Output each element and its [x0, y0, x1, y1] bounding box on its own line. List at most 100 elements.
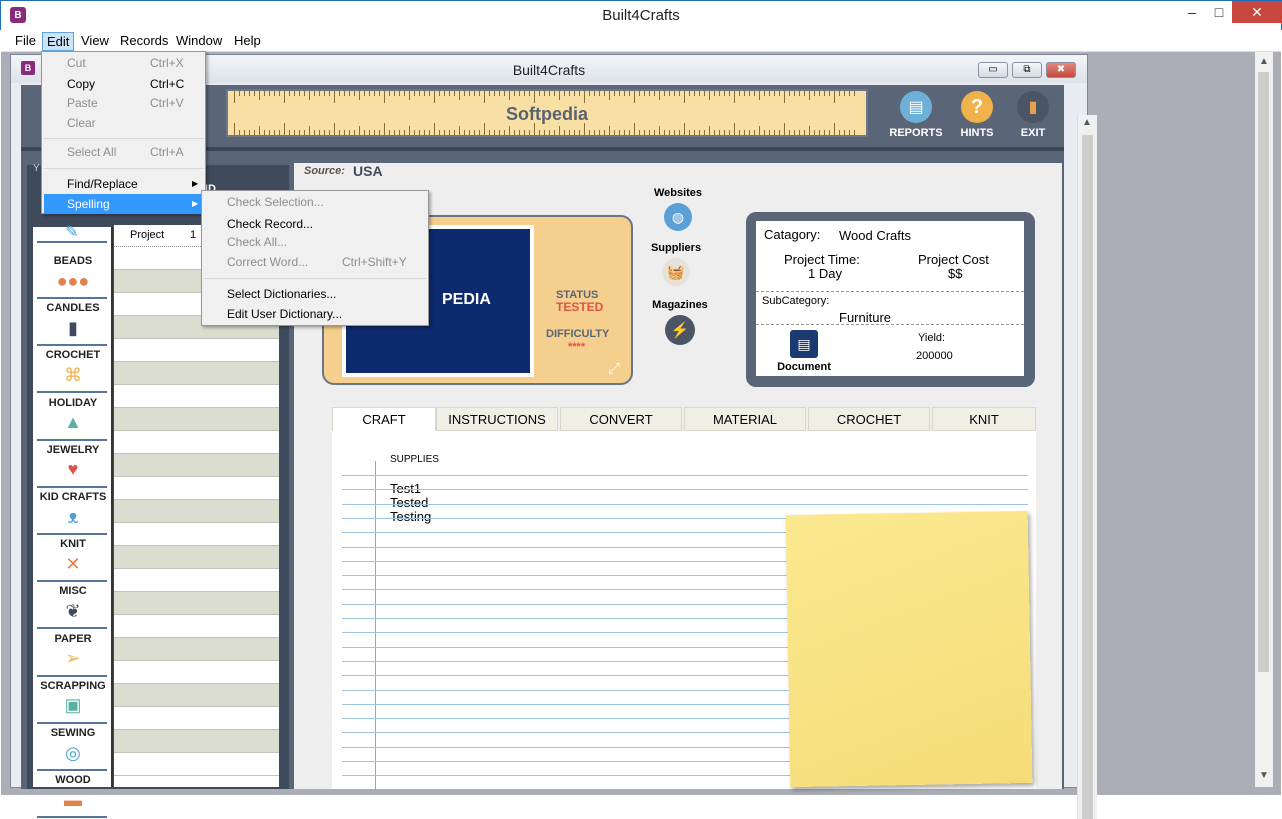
grid-row[interactable]	[114, 339, 279, 362]
grid-column-number[interactable]: 1	[190, 229, 196, 241]
menu-item-edit-user-dictionary[interactable]: Edit User Dictionary...	[204, 304, 426, 324]
category-item[interactable]: BEADS	[33, 255, 113, 267]
minimize-button[interactable]: –	[1177, 1, 1207, 23]
tab-crochet[interactable]: CROCHET	[808, 407, 930, 431]
ruler-tick	[514, 130, 515, 135]
grid-row[interactable]	[114, 500, 279, 523]
grid-row[interactable]	[114, 592, 279, 615]
menu-item-select-all[interactable]: Select All Ctrl+A	[44, 142, 204, 162]
reports-button[interactable]: ▤ REPORTS	[881, 91, 951, 141]
category-item[interactable]: SEWING	[33, 727, 113, 739]
menu-item-spelling[interactable]: Spelling ▶	[44, 194, 204, 214]
ruler-tick	[309, 126, 310, 135]
tab-material[interactable]: MATERIAL	[684, 407, 806, 431]
grid-row[interactable]	[114, 431, 279, 454]
grid-row[interactable]	[114, 477, 279, 500]
grid-row[interactable]	[114, 454, 279, 477]
grid-row[interactable]	[114, 661, 279, 684]
menu-item-find-replace[interactable]: Find/Replace ▶	[44, 174, 204, 194]
grid-row[interactable]	[114, 362, 279, 385]
ruler-tick	[694, 130, 695, 135]
menu-file[interactable]: File	[11, 32, 40, 51]
category-item[interactable]: CROCHET	[33, 349, 113, 361]
scroll-down-icon[interactable]: ▼	[1259, 770, 1269, 781]
close-button[interactable]: ✕	[1232, 1, 1282, 23]
category-item[interactable]: WOOD	[33, 774, 113, 786]
magazines-link[interactable]: Magazines ⚡	[648, 299, 712, 349]
grid-row[interactable]	[114, 546, 279, 569]
menu-item-clear[interactable]: Clear	[44, 113, 204, 133]
main-scrollbar[interactable]: ▲ ▼	[1255, 52, 1273, 787]
menu-records[interactable]: Records	[116, 32, 172, 51]
grid-row[interactable]	[114, 523, 279, 546]
menu-view[interactable]: View	[77, 32, 113, 51]
menu-item-cut[interactable]: Cut Ctrl+X	[44, 53, 204, 73]
ruler-tick	[444, 91, 445, 96]
category-item[interactable]: JEWELRY	[33, 444, 113, 456]
ruler-tick	[769, 130, 770, 135]
ruler-tick	[509, 126, 510, 135]
child-minimize-button[interactable]: ▭	[978, 62, 1008, 78]
category-item[interactable]: PAPER	[33, 633, 113, 645]
category-item[interactable]: HOLIDAY	[33, 397, 113, 409]
ruler-tick	[544, 91, 545, 96]
ruler-tick	[839, 91, 840, 96]
child-restore-button[interactable]: ⧉	[1012, 62, 1042, 78]
menu-help[interactable]: Help	[230, 32, 265, 51]
menu-item-check-selection[interactable]: Check Selection...	[204, 192, 426, 212]
menu-item-correct-word[interactable]: Correct Word... Ctrl+Shift+Y	[204, 252, 426, 272]
grid-row[interactable]	[114, 408, 279, 431]
suppliers-link[interactable]: Suppliers 🧺	[644, 242, 708, 290]
tab-convert[interactable]: CONVERT	[560, 407, 682, 431]
child-scrollbar[interactable]: ▲	[1077, 115, 1097, 819]
grid-row[interactable]	[114, 684, 279, 707]
grid-row[interactable]	[114, 638, 279, 661]
tab-instructions[interactable]: INSTRUCTIONS	[436, 407, 558, 431]
maximize-button[interactable]: □	[1204, 1, 1234, 23]
scroll-up-icon[interactable]: ▲	[1082, 117, 1092, 128]
grid-row[interactable]	[114, 707, 279, 730]
ruler-tick	[719, 91, 720, 96]
sticky-note[interactable]	[785, 510, 1033, 788]
menu-item-check-all[interactable]: Check All...	[204, 232, 426, 252]
ruler-tick	[449, 91, 450, 96]
category-item[interactable]: KNIT	[33, 538, 113, 550]
ruler-tick	[669, 130, 670, 135]
expand-icon[interactable]: ⤢	[604, 359, 624, 377]
tab-craft[interactable]: CRAFT	[332, 407, 436, 433]
websites-link[interactable]: Websites ◍	[646, 187, 710, 235]
scroll-thumb[interactable]	[1258, 72, 1269, 672]
ruler-tick	[649, 130, 650, 135]
menu-item-select-dictionaries[interactable]: Select Dictionaries...	[204, 284, 426, 304]
exit-button[interactable]: ▮ EXIT	[1003, 91, 1063, 141]
ruler-tick	[534, 91, 535, 103]
menu-separator	[44, 168, 204, 169]
category-item[interactable]: KID CRAFTS	[33, 491, 113, 503]
grid-row[interactable]	[114, 615, 279, 638]
grid-row[interactable]	[114, 730, 279, 753]
grid-row[interactable]	[114, 569, 279, 592]
ruler-tick	[824, 130, 825, 135]
grid-column-project[interactable]: Project	[130, 229, 164, 241]
edit-menu: Cut Ctrl+X Copy Ctrl+C Paste Ctrl+V Clear S…	[41, 51, 206, 214]
hints-button[interactable]: ? HINTS	[947, 91, 1007, 141]
menu-item-paste[interactable]: Paste Ctrl+V	[44, 93, 204, 113]
category-item[interactable]: MISC	[33, 585, 113, 597]
menu-item-check-record[interactable]: Check Record...	[204, 214, 426, 234]
child-close-button[interactable]: ✖	[1046, 62, 1076, 78]
ruler-tick	[664, 130, 665, 135]
category-divider	[37, 627, 107, 630]
ruler-tick	[724, 91, 725, 96]
scroll-thumb[interactable]	[1082, 135, 1093, 819]
scroll-up-icon[interactable]: ▲	[1259, 56, 1269, 67]
category-item[interactable]: SCRAPPING	[33, 680, 113, 692]
menu-edit[interactable]: Edit	[42, 32, 75, 51]
grid-row[interactable]	[114, 385, 279, 408]
tab-knit[interactable]: KNIT	[932, 407, 1036, 431]
grid-row[interactable]	[114, 753, 279, 776]
menu-window[interactable]: Window	[172, 32, 226, 51]
ruler-tick	[674, 91, 675, 96]
document-button[interactable]: ▤ Document	[774, 330, 834, 374]
category-item[interactable]: CANDLES	[33, 302, 113, 314]
menu-item-copy[interactable]: Copy Ctrl+C	[44, 74, 204, 94]
